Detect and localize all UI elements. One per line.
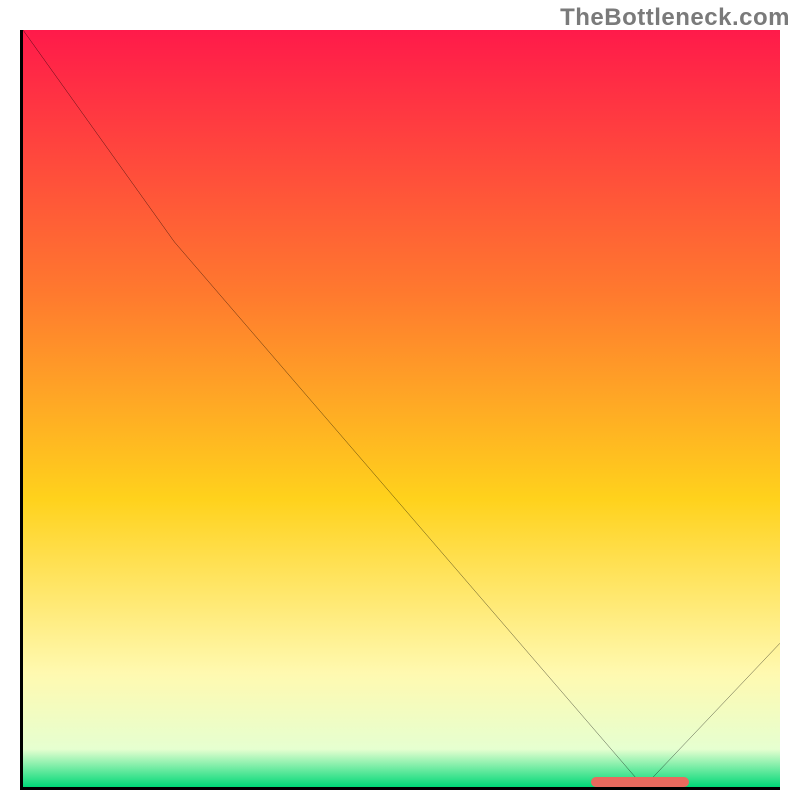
plot-area	[23, 30, 780, 787]
plot-frame	[20, 30, 780, 790]
bottleneck-curve	[23, 30, 780, 787]
chart-container: TheBottleneck.com	[0, 0, 800, 800]
optimum-marker	[591, 777, 689, 787]
watermark-text: TheBottleneck.com	[560, 4, 790, 32]
